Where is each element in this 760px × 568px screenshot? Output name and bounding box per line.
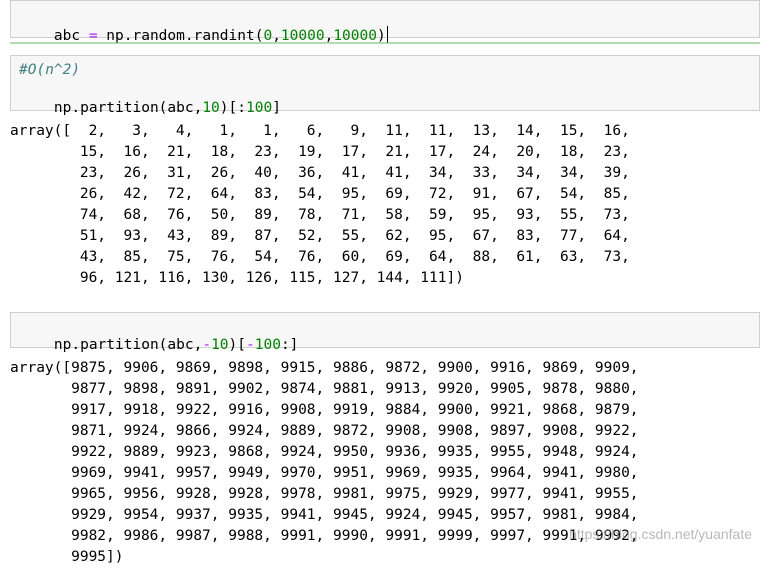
output-line: 96, 121, 116, 130, 126, 115, 127, 144, 1… <box>10 270 464 286</box>
cell-output-1: array([ 2, 3, 4, 1, 1, 6, 9, 11, 11, 13,… <box>10 121 630 289</box>
code-text: np.partition(abc,-10)[-100:] <box>54 337 298 353</box>
code-token: - <box>202 337 212 353</box>
output-line: 23, 26, 31, 26, 40, 36, 41, 41, 34, 33, … <box>10 165 630 181</box>
code-token: ] <box>272 100 281 116</box>
code-cell-2[interactable]: #O(n^2) np.partition(abc,10)[:100] <box>10 55 760 116</box>
output-line: 9917, 9918, 9922, 9916, 9908, 9919, 9884… <box>10 402 639 418</box>
code-token: 10 <box>202 100 220 116</box>
code-token: 10 <box>211 337 229 353</box>
code-token: :] <box>280 337 299 353</box>
code-cell-3[interactable]: np.partition(abc,-10)[-100:] <box>10 312 760 353</box>
code-cell-1[interactable]: abc = np.random.randint(0,10000,10000) <box>10 0 760 44</box>
code-line[interactable]: abc = np.random.randint(0,10000,10000) <box>19 10 388 60</box>
watermark-text: https://blog.csdn.net/yuanfate <box>569 526 752 542</box>
output-line: array([ 2, 3, 4, 1, 1, 6, 9, 11, 11, 13,… <box>10 123 630 139</box>
cell-divider <box>10 42 760 44</box>
output-line: 9871, 9924, 9866, 9924, 9889, 9872, 9908… <box>10 423 639 439</box>
output-line: 15, 16, 21, 18, 23, 19, 17, 21, 17, 24, … <box>10 144 630 160</box>
output-line: 9877, 9898, 9891, 9902, 9874, 9881, 9913… <box>10 381 639 397</box>
output-line: 26, 42, 72, 64, 83, 54, 95, 69, 72, 91, … <box>10 186 630 202</box>
output-line: 43, 85, 75, 76, 54, 76, 60, 69, 64, 88, … <box>10 249 630 265</box>
output-line: 51, 93, 43, 89, 87, 52, 55, 62, 95, 67, … <box>10 228 630 244</box>
output-line: 9922, 9889, 9923, 9868, 9924, 9950, 9936… <box>10 444 639 460</box>
output-line: 9929, 9954, 9937, 9935, 9941, 9945, 9924… <box>10 507 639 523</box>
code-token: )[ <box>228 337 246 353</box>
output-line: 74, 68, 76, 50, 89, 78, 71, 58, 59, 95, … <box>10 207 630 223</box>
code-comment: #O(n^2) <box>19 62 81 78</box>
output-line: array([9875, 9906, 9869, 9898, 9915, 988… <box>10 360 639 376</box>
code-token: np.partition(abc, <box>53 337 203 353</box>
code-token: np.partition(abc, <box>53 100 203 116</box>
output-line: 9995]) <box>10 549 124 565</box>
code-token: - <box>246 337 255 353</box>
code-token: 100 <box>246 100 273 116</box>
output-line: 9982, 9986, 9987, 9988, 9991, 9990, 9991… <box>10 528 639 544</box>
cell-output-2: array([9875, 9906, 9869, 9898, 9915, 988… <box>10 358 639 568</box>
output-line: 9969, 9941, 9957, 9949, 9970, 9951, 9969… <box>10 465 639 481</box>
code-token: )[: <box>219 100 246 116</box>
output-line: 9965, 9956, 9928, 9928, 9978, 9981, 9975… <box>10 486 639 502</box>
text-cursor <box>386 26 388 43</box>
code-text: np.partition(abc,10)[:100] <box>54 100 281 116</box>
code-token: 100 <box>254 337 281 353</box>
